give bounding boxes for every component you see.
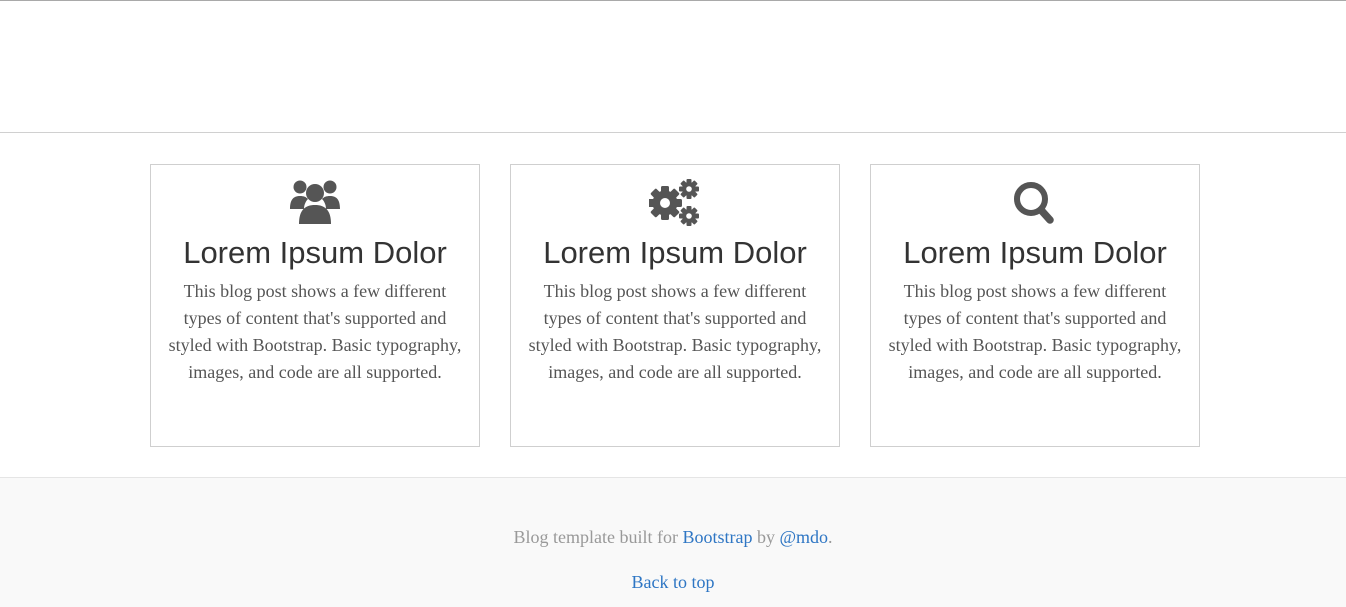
feature-card-2: Lorem Ipsum Dolor This blog post shows a… xyxy=(510,164,840,447)
back-to-top-link[interactable]: Back to top xyxy=(632,572,715,592)
feature-description: This blog post shows a few different typ… xyxy=(168,281,462,382)
header-band xyxy=(0,1,1346,133)
back-to-top: Back to top xyxy=(0,570,1346,594)
credits-suffix: . xyxy=(828,527,833,547)
feature-title: Lorem Ipsum Dolor xyxy=(543,235,807,270)
feature-card-3: Lorem Ipsum Dolor This blog post shows a… xyxy=(870,164,1200,447)
search-icon xyxy=(871,179,1199,227)
gears-icon xyxy=(511,179,839,227)
footer-credits: Blog template built for Bootstrap by @md… xyxy=(0,525,1346,549)
feature-card-1: Lorem Ipsum Dolor This blog post shows a… xyxy=(150,164,480,447)
feature-description: This blog post shows a few different typ… xyxy=(888,281,1182,382)
users-icon xyxy=(151,179,479,227)
author-link[interactable]: @mdo xyxy=(779,527,828,547)
footer: Blog template built for Bootstrap by @md… xyxy=(0,477,1346,607)
credits-by: by xyxy=(752,527,780,547)
feature-title: Lorem Ipsum Dolor xyxy=(903,235,1167,270)
bootstrap-link[interactable]: Bootstrap xyxy=(682,527,752,547)
feature-description: This blog post shows a few different typ… xyxy=(528,281,822,382)
feature-cards: Lorem Ipsum Dolor This blog post shows a… xyxy=(0,164,1346,447)
feature-title: Lorem Ipsum Dolor xyxy=(183,235,447,270)
credits-prefix: Blog template built for xyxy=(513,527,683,547)
